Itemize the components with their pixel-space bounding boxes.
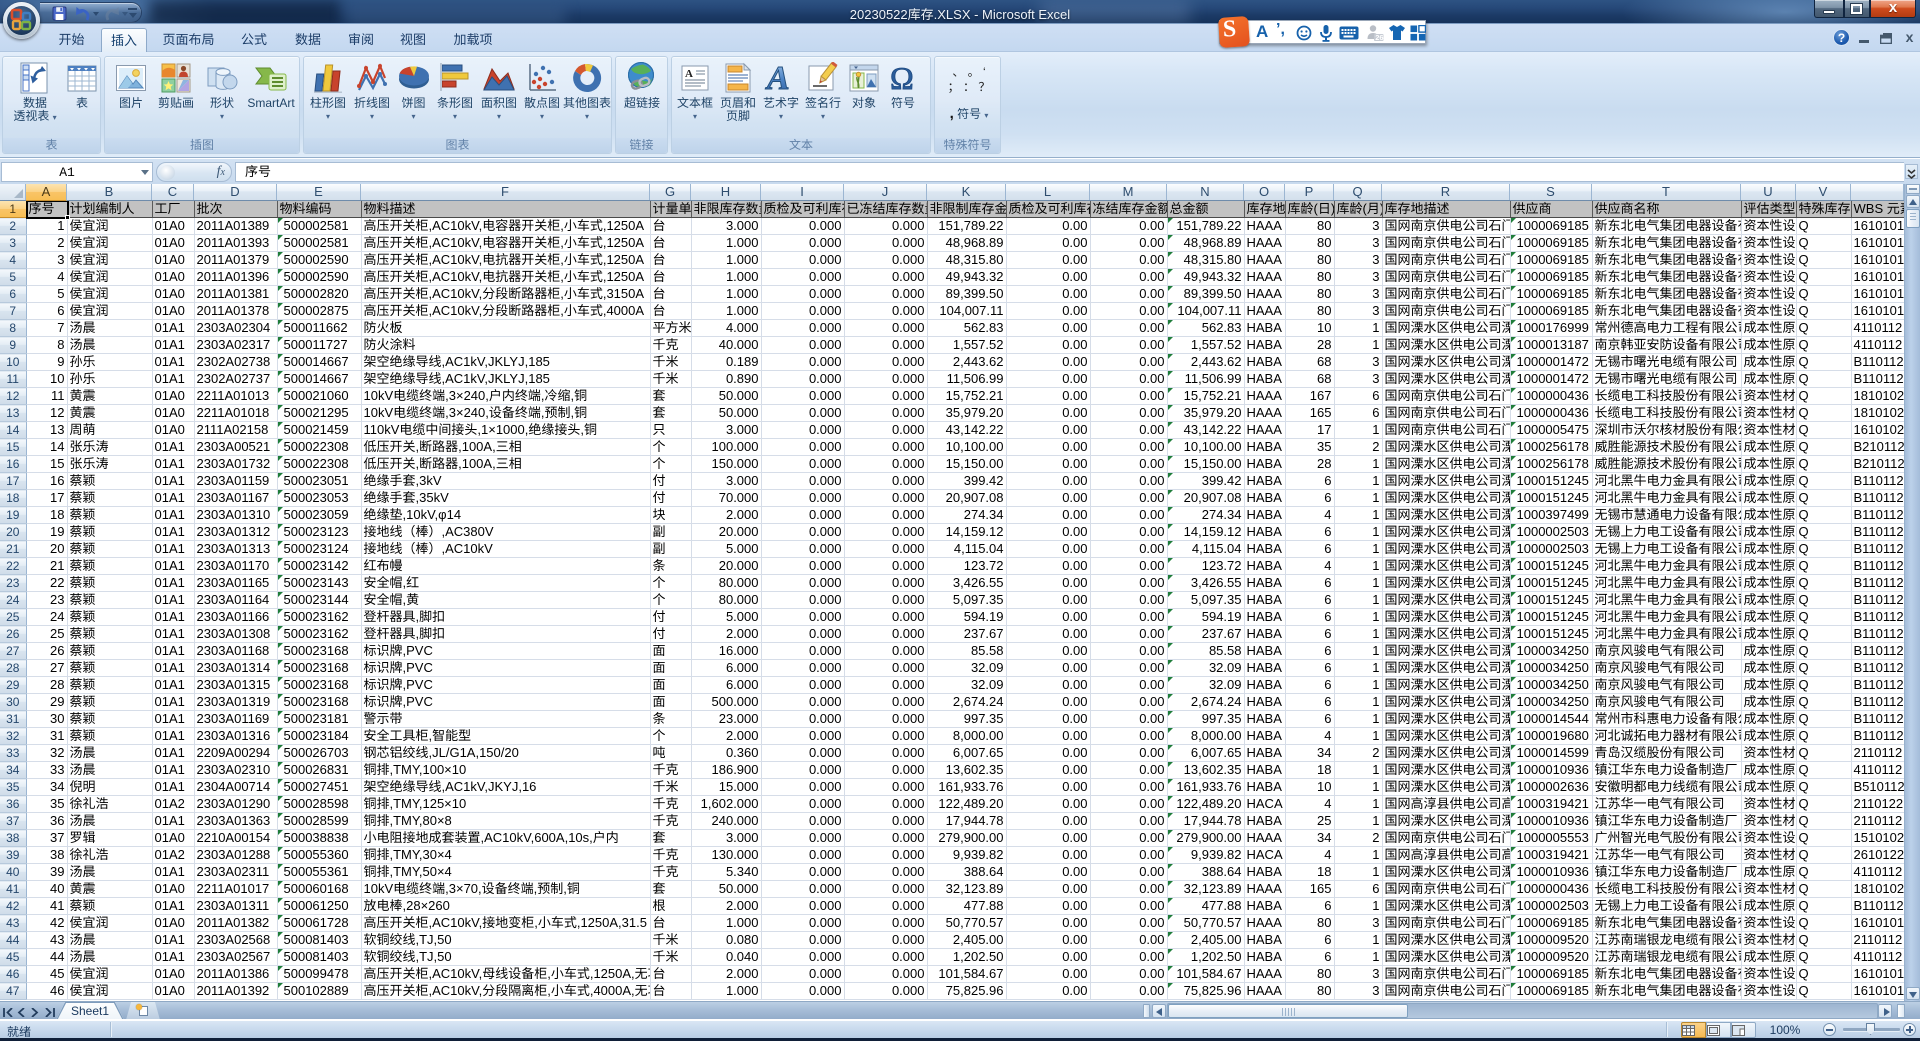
svg-text:26: 26 xyxy=(1375,33,1383,42)
svg-text:A: A xyxy=(685,68,693,80)
svg-text:A: A xyxy=(765,62,790,94)
svg-text:Ω: Ω xyxy=(890,61,914,95)
